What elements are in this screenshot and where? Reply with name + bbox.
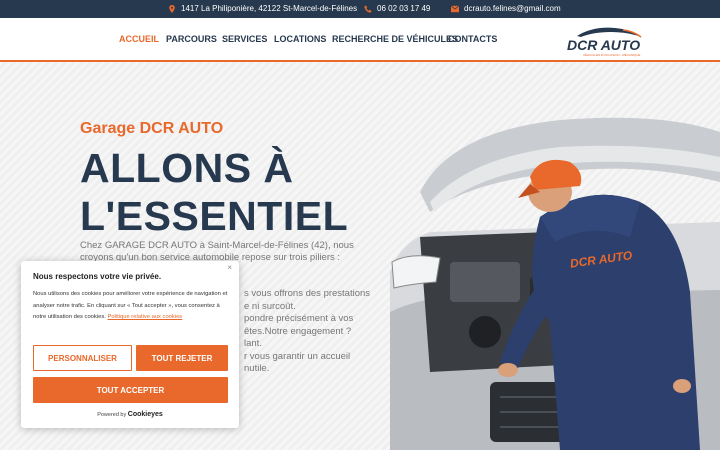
hero-kicker: Garage DCR AUTO [80, 120, 224, 137]
partial-line: e ni surcoût. [244, 300, 296, 312]
logo-text: DCR AUTO [567, 37, 640, 53]
main-navbar: ACCUEIL PARCOURS SERVICES LOCATIONS RECH… [0, 18, 720, 62]
nav-item-services[interactable]: SERVICES [222, 34, 267, 44]
partial-line: r vous garantir un accueil [244, 350, 351, 362]
nav-item-accueil[interactable]: ACCUEIL [119, 34, 159, 44]
hero-headline-line2: L'ESSENTIEL [80, 193, 349, 239]
partial-line: nutile. [244, 363, 270, 374]
phone-text[interactable]: 06 02 03 17 49 [377, 4, 430, 13]
logo-tagline: VÉHICULES D'OCCASION - MÉCANIQUE [583, 52, 640, 57]
customize-button[interactable]: PERSONNALISER [33, 345, 132, 371]
partial-line: lant. [244, 338, 262, 349]
partial-line: êtes.Notre engagement ? [244, 325, 352, 337]
partial-line: pondre précisément à vos [244, 313, 354, 324]
cookieyes-brand[interactable]: Cookieyes [128, 411, 163, 418]
partial-line: s vous offrons des prestations [244, 288, 371, 299]
nav-item-locations[interactable]: LOCATIONS [274, 34, 326, 44]
location-pin-icon [169, 4, 175, 13]
nav-item-contacts[interactable]: CONTACTS [448, 34, 497, 44]
cookie-consent-dialog: × Nous respectons votre vie privée. Nous… [21, 261, 239, 428]
reject-all-button[interactable]: TOUT REJETER [136, 345, 228, 371]
accept-all-button[interactable]: TOUT ACCEPTER [33, 377, 228, 403]
envelope-icon [451, 4, 459, 12]
mechanic-car-illustration: DCR AUTO [390, 117, 720, 450]
nav-item-parcours[interactable]: PARCOURS [166, 34, 217, 44]
address-item: 1417 La Philiponière, 42122 St-Marcel-de… [168, 4, 357, 13]
phone-item[interactable]: 06 02 03 17 49 [364, 4, 430, 13]
hero-headline: ALLONS À L'ESSENTIEL [80, 144, 348, 240]
phone-icon [364, 4, 372, 13]
powered-by-label: Powered by [97, 412, 127, 418]
nav-item-recherche[interactable]: RECHERCHE DE VÉHICULES [332, 34, 458, 44]
hero-partial-text: s vous offrons des prestations e ni surc… [244, 288, 374, 376]
close-icon[interactable]: × [227, 263, 232, 272]
dcr-auto-logo[interactable]: DCR AUTO VÉHICULES D'OCCASION - MÉCANIQU… [563, 24, 645, 58]
email-text[interactable]: dcrauto.felines@gmail.com [464, 4, 561, 13]
email-item[interactable]: dcrauto.felines@gmail.com [451, 4, 561, 13]
powered-by: Powered by Cookieyes [21, 411, 239, 418]
top-contact-bar: 1417 La Philiponière, 42122 St-Marcel-de… [0, 0, 720, 18]
cookie-policy-link[interactable]: Politique relative aux cookies [107, 314, 182, 320]
cookie-body: Nous utilisons des cookies pour améliore… [33, 289, 233, 324]
cookie-title: Nous respectons votre vie privée. [33, 272, 162, 281]
address-text: 1417 La Philiponière, 42122 St-Marcel-de… [181, 4, 358, 13]
hero-headline-line1: ALLONS À [80, 145, 294, 191]
